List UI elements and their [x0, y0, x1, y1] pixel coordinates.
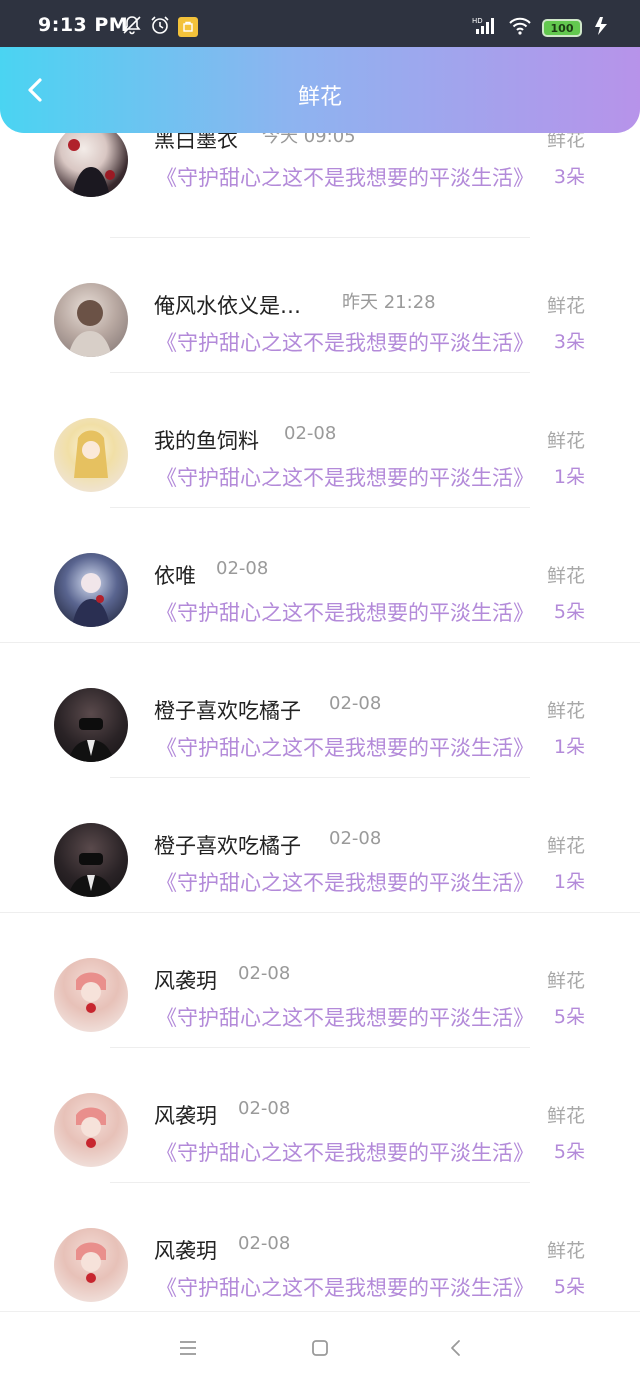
- sender-name: 俺风水依义是…: [154, 294, 301, 318]
- charging-icon: [592, 16, 610, 40]
- system-nav-bar: [0, 1311, 640, 1387]
- sent-time: 02-08: [329, 693, 382, 714]
- avatar: [54, 418, 128, 492]
- sent-time: 昨天 21:28: [342, 292, 436, 313]
- avatar: [54, 688, 128, 762]
- avatar: [54, 133, 128, 197]
- list-item[interactable]: 黑白墨衣 今天 09:05 《守护甜心之这不是我想要的平淡生活》 鲜花 3朵: [0, 133, 640, 238]
- system-back-button[interactable]: [443, 1338, 467, 1362]
- avatar: [54, 823, 128, 897]
- book-title: 《守护甜心之这不是我想要的平淡生活》: [156, 1276, 534, 1300]
- hd-signal-icon: HD: [472, 16, 498, 40]
- gift-type: 鲜花: [546, 133, 585, 151]
- list-item[interactable]: 我的鱼饲料 02-08 《守护甜心之这不是我想要的平淡生活》 鲜花 1朵: [0, 373, 640, 508]
- app-header: 鲜花: [0, 47, 640, 133]
- sender-name: 我的鱼饲料: [154, 429, 259, 453]
- notification-icon: [178, 17, 198, 37]
- sent-time: 02-08: [284, 423, 337, 444]
- list-item[interactable]: 橙子喜欢吃橘子 02-08 《守护甜心之这不是我想要的平淡生活》 鲜花 1朵: [0, 778, 640, 913]
- sender-name: 橙子喜欢吃橘子: [154, 699, 301, 723]
- sent-time: 02-08: [238, 963, 291, 984]
- sent-time: 02-08: [216, 558, 269, 579]
- back-icon: [448, 1339, 462, 1361]
- status-left-icons: [122, 15, 198, 39]
- sender-name: 黑白墨衣: [154, 133, 238, 152]
- flower-gift-list: 黑白墨衣 今天 09:05 《守护甜心之这不是我想要的平淡生活》 鲜花 3朵 俺…: [0, 133, 640, 1311]
- list-item[interactable]: 依唯 02-08 《守护甜心之这不是我想要的平淡生活》 鲜花 5朵: [0, 508, 640, 643]
- sender-name: 风袭玥: [154, 1104, 217, 1128]
- sent-time: 02-08: [329, 828, 382, 849]
- sender-name: 风袭玥: [154, 1239, 217, 1263]
- status-time: 9:13 PM: [38, 14, 129, 36]
- alarm-icon: [150, 15, 170, 39]
- wifi-icon: [508, 16, 532, 40]
- gift-count: 5朵: [553, 1006, 585, 1028]
- battery-indicator: 100: [542, 19, 582, 37]
- gift-count: 1朵: [553, 871, 585, 893]
- menu-button[interactable]: [176, 1338, 200, 1362]
- gift-count: 3朵: [553, 166, 585, 188]
- gift-type: 鲜花: [546, 700, 585, 722]
- menu-icon: [178, 1340, 198, 1360]
- sender-name: 橙子喜欢吃橘子: [154, 834, 301, 858]
- avatar: [54, 1228, 128, 1302]
- gift-count: 5朵: [553, 1141, 585, 1163]
- gift-type: 鲜花: [546, 1240, 585, 1262]
- svg-text:HD: HD: [472, 17, 483, 25]
- avatar: [54, 958, 128, 1032]
- status-right-icons: HD 100: [472, 16, 610, 40]
- gift-type: 鲜花: [546, 1105, 585, 1127]
- gift-type: 鲜花: [546, 565, 585, 587]
- list-item[interactable]: 橙子喜欢吃橘子 02-08 《守护甜心之这不是我想要的平淡生活》 鲜花 1朵: [0, 643, 640, 778]
- mute-bell-icon: [122, 15, 142, 39]
- sent-time: 今天 09:05: [262, 133, 356, 147]
- sent-time: 02-08: [238, 1233, 291, 1254]
- list-item[interactable]: 风袭玥 02-08 《守护甜心之这不是我想要的平淡生活》 鲜花 5朵: [0, 1183, 640, 1311]
- book-title: 《守护甜心之这不是我想要的平淡生活》: [156, 331, 534, 355]
- avatar: [54, 283, 128, 357]
- list-item[interactable]: 风袭玥 02-08 《守护甜心之这不是我想要的平淡生活》 鲜花 5朵: [0, 913, 640, 1048]
- gift-count: 5朵: [553, 1276, 585, 1298]
- book-title: 《守护甜心之这不是我想要的平淡生活》: [156, 601, 534, 625]
- avatar: [54, 553, 128, 627]
- sender-name: 依唯: [154, 564, 196, 588]
- gift-type: 鲜花: [546, 835, 585, 857]
- list-item[interactable]: 俺风水依义是… 昨天 21:28 《守护甜心之这不是我想要的平淡生活》 鲜花 3…: [0, 238, 640, 373]
- gift-count: 3朵: [553, 331, 585, 353]
- book-title: 《守护甜心之这不是我想要的平淡生活》: [156, 166, 534, 190]
- gift-count: 1朵: [553, 736, 585, 758]
- gift-count: 5朵: [553, 601, 585, 623]
- book-title: 《守护甜心之这不是我想要的平淡生活》: [156, 1141, 534, 1165]
- book-title: 《守护甜心之这不是我想要的平淡生活》: [156, 1006, 534, 1030]
- book-title: 《守护甜心之这不是我想要的平淡生活》: [156, 466, 534, 490]
- sender-name: 风袭玥: [154, 969, 217, 993]
- gift-type: 鲜花: [546, 295, 585, 317]
- gift-type: 鲜花: [546, 970, 585, 992]
- book-title: 《守护甜心之这不是我想要的平淡生活》: [156, 871, 534, 895]
- book-title: 《守护甜心之这不是我想要的平淡生活》: [156, 736, 534, 760]
- home-icon: [311, 1339, 329, 1361]
- home-button[interactable]: [308, 1338, 332, 1362]
- gift-type: 鲜花: [546, 430, 585, 452]
- status-bar: 9:13 PM HD 100: [0, 0, 640, 47]
- gift-count: 1朵: [553, 466, 585, 488]
- list-item[interactable]: 风袭玥 02-08 《守护甜心之这不是我想要的平淡生活》 鲜花 5朵: [0, 1048, 640, 1183]
- avatar: [54, 1093, 128, 1167]
- page-title: 鲜花: [297, 85, 342, 110]
- sent-time: 02-08: [238, 1098, 291, 1119]
